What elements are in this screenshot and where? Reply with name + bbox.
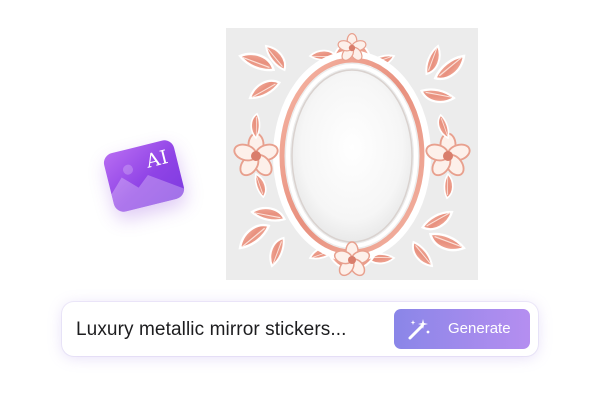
- magic-wand-icon: [408, 319, 430, 340]
- generate-button[interactable]: Generate: [394, 309, 530, 349]
- ai-sticker-generator: AI Luxury metallic mirror stickers... Ge…: [0, 0, 600, 400]
- image-mountain-icon: [111, 164, 187, 214]
- prompt-input[interactable]: Luxury metallic mirror stickers...: [76, 319, 347, 341]
- prompt-bar: Luxury metallic mirror stickers... Gener…: [62, 302, 538, 356]
- generate-button-label: Generate: [448, 320, 511, 337]
- mirror-sticker-image: [231, 32, 473, 279]
- ai-badge: AI: [101, 138, 187, 214]
- sticker-preview-image: [226, 28, 478, 280]
